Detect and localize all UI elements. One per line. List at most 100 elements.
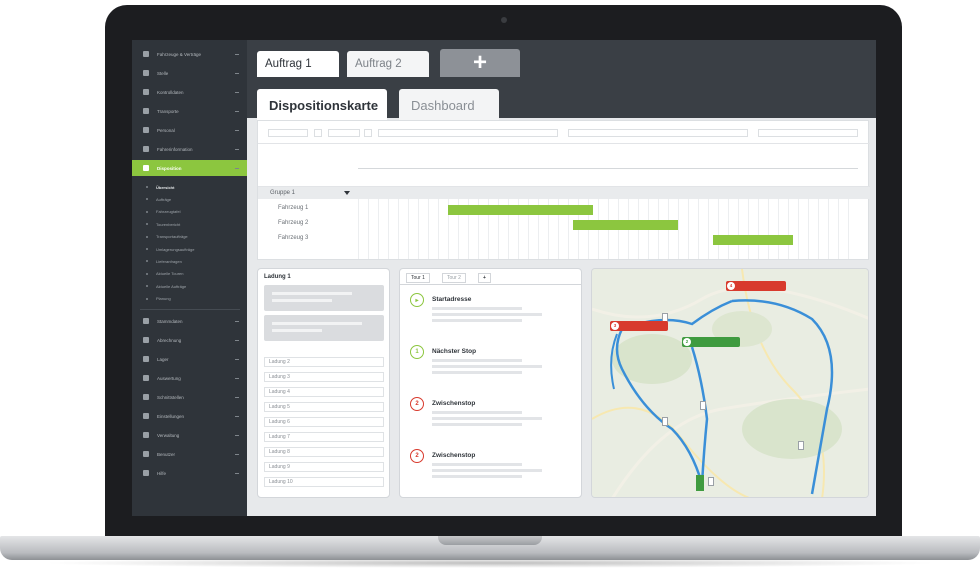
load-row[interactable]: Ladung 8 bbox=[264, 447, 384, 457]
bullet-icon bbox=[146, 297, 148, 300]
load-row[interactable]: Ladung 5 bbox=[264, 402, 384, 412]
vehicle-select[interactable] bbox=[378, 128, 558, 138]
placeholder-line bbox=[432, 365, 542, 368]
person-icon bbox=[143, 375, 149, 381]
stop-label: Zwischenstop bbox=[432, 400, 476, 407]
chevron-down-icon[interactable] bbox=[344, 191, 350, 195]
tour-stop[interactable]: 2 Zwischenstop bbox=[410, 449, 575, 489]
sidebar-item[interactable]: Fahrerinformation bbox=[132, 141, 247, 157]
load-row[interactable]: Ladung 9 bbox=[264, 462, 384, 472]
map-pin-2[interactable]: 2 bbox=[682, 337, 740, 347]
calendar-icon-2[interactable] bbox=[364, 128, 372, 138]
tab-dashboard[interactable]: Dashboard bbox=[399, 89, 499, 121]
sidebar-item[interactable]: Stelle bbox=[132, 65, 247, 81]
timeline-scale bbox=[358, 168, 858, 169]
sidebar-item[interactable]: Einstellungen bbox=[132, 408, 247, 424]
date-filter-2[interactable] bbox=[328, 128, 360, 138]
tab-dispositionskarte[interactable]: Dispositionskarte bbox=[257, 89, 387, 121]
sidebar-subitem-label: Umlagerungsaufträge bbox=[156, 246, 195, 252]
gantt-chart: Gruppe 1 Fahrzeug 1 Fahrzeug 2 Fahrzeug … bbox=[257, 120, 870, 260]
settings-icon bbox=[143, 413, 149, 419]
sidebar-item[interactable]: Auswertung bbox=[132, 370, 247, 386]
distance-bubble bbox=[708, 477, 714, 486]
home-icon bbox=[143, 146, 149, 152]
load-row[interactable]: Ladung 10 bbox=[264, 477, 384, 487]
sidebar-subitem[interactable]: Fahrzeugtafel bbox=[132, 206, 247, 218]
distance-bubble bbox=[662, 417, 668, 426]
map-panel[interactable]: 4 3 2 bbox=[591, 268, 869, 498]
sidebar-subitem[interactable]: Aktuelle Touren bbox=[132, 268, 247, 280]
sidebar-item[interactable]: Abrechnung bbox=[132, 332, 247, 348]
sidebar-subitem[interactable]: Transportaufträge bbox=[132, 231, 247, 243]
sidebar-subitem[interactable]: Tourenbericht bbox=[132, 218, 247, 230]
bullet-icon bbox=[146, 235, 148, 238]
map-pin-3[interactable]: 3 bbox=[610, 321, 668, 331]
order-tab-1[interactable]: Auftrag 1 bbox=[257, 51, 339, 77]
sidebar-subitem-label: Tourenbericht bbox=[156, 221, 181, 227]
map-canvas[interactable] bbox=[592, 269, 869, 498]
load-card[interactable] bbox=[264, 315, 384, 341]
stop-marker-icon: 2 bbox=[410, 397, 424, 411]
sidebar-subitem[interactable]: Übersicht bbox=[132, 181, 247, 193]
group-select[interactable] bbox=[568, 128, 748, 138]
divider bbox=[400, 284, 581, 285]
view-tab-bar: Dispositionskarte Dashboard bbox=[247, 78, 876, 121]
sidebar-item-label: Fahrzeuge & Verträge bbox=[157, 51, 202, 57]
sidebar-subitem[interactable]: Aktuelle Aufträge bbox=[132, 280, 247, 292]
chevron-icon bbox=[235, 320, 239, 322]
placeholder-line bbox=[432, 359, 522, 362]
sidebar-item[interactable]: Kontrolldaten bbox=[132, 84, 247, 100]
search-field[interactable] bbox=[758, 128, 858, 138]
pin-number: 2 bbox=[683, 338, 691, 346]
map-pin-4[interactable]: 4 bbox=[726, 281, 786, 291]
sidebar-item-label: Kontrolldaten bbox=[157, 89, 184, 95]
load-card[interactable] bbox=[264, 285, 384, 311]
load-row[interactable]: Ladung 3 bbox=[264, 372, 384, 382]
load-title[interactable]: Ladung 1 bbox=[264, 274, 291, 280]
user-icon bbox=[143, 451, 149, 457]
map-start-marker[interactable] bbox=[696, 475, 704, 491]
tour-stop[interactable]: 1 Nächster Stop bbox=[410, 345, 575, 385]
tour-stop[interactable]: ▸ Startadresse bbox=[410, 293, 575, 333]
sidebar-subitem[interactable]: Umlagerungsaufträge bbox=[132, 243, 247, 255]
sidebar-item[interactable]: Stammdaten bbox=[132, 313, 247, 329]
sidebar-subitem-label: Lieferanfragen bbox=[156, 258, 182, 264]
pin-number: 3 bbox=[611, 322, 619, 330]
add-tab-button[interactable]: + bbox=[440, 49, 520, 77]
sidebar-subitem-label: Aktuelle Touren bbox=[156, 271, 184, 277]
load-row[interactable]: Ladung 2 bbox=[264, 357, 384, 367]
order-tab-2[interactable]: Auftrag 2 bbox=[347, 51, 429, 77]
sidebar-subitem[interactable]: Aufträge bbox=[132, 193, 247, 205]
sidebar-item[interactable]: Benutzer bbox=[132, 446, 247, 462]
sidebar-item[interactable]: Schnittstellen bbox=[132, 389, 247, 405]
tour-stop[interactable]: 2 Zwischenstop bbox=[410, 397, 575, 437]
date-filter[interactable] bbox=[268, 128, 308, 138]
sidebar-item[interactable]: Fahrzeuge & Verträge bbox=[132, 46, 247, 62]
stop-marker-icon: 1 bbox=[410, 345, 424, 359]
tab-tour-2[interactable]: Tour 2 bbox=[442, 273, 466, 283]
chevron-icon bbox=[235, 129, 239, 131]
add-tour-button[interactable]: + bbox=[478, 273, 491, 283]
sidebar-item[interactable]: Personal bbox=[132, 122, 247, 138]
sidebar-subitem-label: Fahrzeugtafel bbox=[156, 209, 181, 215]
database-icon bbox=[143, 318, 149, 324]
sidebar-item[interactable]: Lager bbox=[132, 351, 247, 367]
pin-number: 4 bbox=[727, 282, 735, 290]
load-row[interactable]: Ladung 6 bbox=[264, 417, 384, 427]
sidebar-subitem[interactable]: Planung bbox=[132, 293, 247, 305]
calendar-icon[interactable] bbox=[314, 128, 322, 138]
sidebar-item-label: Stammdaten bbox=[157, 318, 183, 324]
sidebar-item[interactable]: Verwaltung bbox=[132, 427, 247, 443]
gantt-bar[interactable] bbox=[713, 235, 793, 245]
tab-tour-1[interactable]: Tour 1 bbox=[406, 273, 430, 283]
sidebar-subitem-label: Planung bbox=[156, 296, 171, 302]
sidebar-item[interactable]: Disposition bbox=[132, 160, 247, 176]
person-icon bbox=[143, 127, 149, 133]
load-row[interactable]: Ladung 7 bbox=[264, 432, 384, 442]
gantt-bar[interactable] bbox=[448, 205, 593, 215]
load-row[interactable]: Ladung 4 bbox=[264, 387, 384, 397]
gantt-bar[interactable] bbox=[573, 220, 678, 230]
sidebar-item[interactable]: Transporte bbox=[132, 103, 247, 119]
sidebar-item[interactable]: Hilfe bbox=[132, 465, 247, 481]
sidebar-subitem[interactable]: Lieferanfragen bbox=[132, 255, 247, 267]
